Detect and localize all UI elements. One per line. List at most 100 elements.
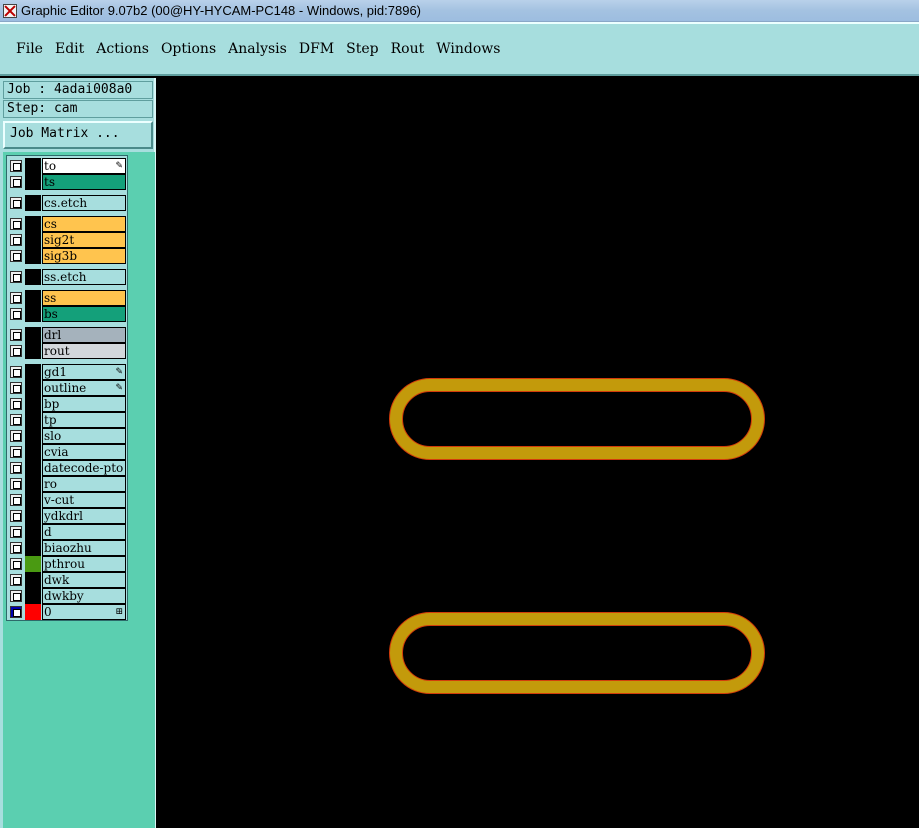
- layer-name[interactable]: bp: [42, 396, 126, 412]
- slot-outline-top[interactable]: [389, 378, 765, 460]
- layer-row[interactable]: 0 ⊞: [7, 604, 127, 620]
- layer-color-swatch[interactable]: [25, 174, 41, 190]
- layer-name[interactable]: pthrou: [42, 556, 126, 572]
- layer-name[interactable]: ro: [42, 476, 126, 492]
- layer-list[interactable]: to ✎ ts cs.etch cs sig2t sig3b ss.etch ss bs drl ro…: [6, 155, 128, 621]
- layer-name[interactable]: drl: [42, 327, 126, 343]
- layer-color-swatch[interactable]: [25, 508, 41, 524]
- layer-color-swatch[interactable]: [25, 343, 41, 359]
- layer-row[interactable]: ydkdrl: [7, 508, 127, 524]
- layer-color-swatch[interactable]: [25, 492, 41, 508]
- layer-visibility-checkbox[interactable]: [10, 329, 22, 341]
- layer-name[interactable]: dwkby: [42, 588, 126, 604]
- menu-windows[interactable]: Windows: [436, 39, 500, 59]
- window-title-bar[interactable]: Graphic Editor 9.07b2 (00@HY-HYCAM-PC148…: [0, 0, 919, 22]
- layer-visibility-checkbox[interactable]: [10, 446, 22, 458]
- layer-visibility-checkbox[interactable]: [10, 430, 22, 442]
- layer-visibility-checkbox[interactable]: [10, 494, 22, 506]
- layer-visibility-checkbox[interactable]: [10, 292, 22, 304]
- layer-visibility-checkbox[interactable]: [10, 366, 22, 378]
- layer-visibility-checkbox[interactable]: [10, 176, 22, 188]
- layer-color-swatch[interactable]: [25, 195, 41, 211]
- menu-rout[interactable]: Rout: [391, 39, 425, 59]
- layer-row[interactable]: ts: [7, 174, 127, 190]
- menu-file[interactable]: File: [16, 39, 43, 59]
- layer-visibility-checkbox[interactable]: [10, 234, 22, 246]
- layer-row[interactable]: dwkby: [7, 588, 127, 604]
- layer-color-swatch[interactable]: [25, 444, 41, 460]
- layer-row[interactable]: ss.etch: [7, 269, 127, 285]
- layer-visibility-checkbox[interactable]: [10, 510, 22, 522]
- menu-analysis[interactable]: Analysis: [228, 39, 287, 59]
- layer-color-swatch[interactable]: [25, 604, 41, 620]
- layer-name[interactable]: dwk: [42, 572, 126, 588]
- layer-name[interactable]: gd1 ✎: [42, 364, 126, 380]
- menu-dfm[interactable]: DFM: [299, 39, 334, 59]
- layer-color-swatch[interactable]: [25, 540, 41, 556]
- layer-row[interactable]: sig2t: [7, 232, 127, 248]
- layer-visibility-checkbox[interactable]: [10, 308, 22, 320]
- layer-color-swatch[interactable]: [25, 269, 41, 285]
- layer-row[interactable]: cs.etch: [7, 195, 127, 211]
- layer-name[interactable]: biaozhu: [42, 540, 126, 556]
- layer-name[interactable]: v-cut: [42, 492, 126, 508]
- menu-actions[interactable]: Actions: [96, 39, 149, 59]
- layer-visibility-checkbox[interactable]: [10, 574, 22, 586]
- layer-row[interactable]: d: [7, 524, 127, 540]
- layer-color-swatch[interactable]: [25, 290, 41, 306]
- layer-name[interactable]: 0 ⊞: [42, 604, 126, 620]
- layer-row[interactable]: drl: [7, 327, 127, 343]
- layer-visibility-checkbox[interactable]: [10, 414, 22, 426]
- layer-color-swatch[interactable]: [25, 412, 41, 428]
- layer-color-swatch[interactable]: [25, 306, 41, 322]
- layer-visibility-checkbox[interactable]: [10, 558, 22, 570]
- layer-color-swatch[interactable]: [25, 572, 41, 588]
- layer-visibility-checkbox[interactable]: [10, 462, 22, 474]
- layer-color-swatch[interactable]: [25, 476, 41, 492]
- layer-color-swatch[interactable]: [25, 380, 41, 396]
- layer-visibility-checkbox[interactable]: [10, 345, 22, 357]
- layer-row[interactable]: to ✎: [7, 158, 127, 174]
- layer-color-swatch[interactable]: [25, 327, 41, 343]
- layer-name[interactable]: cvia: [42, 444, 126, 460]
- layer-color-swatch[interactable]: [25, 588, 41, 604]
- layer-row[interactable]: ss: [7, 290, 127, 306]
- layer-name[interactable]: bs: [42, 306, 126, 322]
- layer-visibility-checkbox[interactable]: [10, 197, 22, 209]
- layer-visibility-checkbox[interactable]: [10, 271, 22, 283]
- slot-outline-bottom[interactable]: [389, 612, 765, 694]
- layer-name[interactable]: sig2t: [42, 232, 126, 248]
- layer-row[interactable]: bs: [7, 306, 127, 322]
- layer-color-swatch[interactable]: [25, 556, 41, 572]
- layer-color-swatch[interactable]: [25, 524, 41, 540]
- layer-color-swatch[interactable]: [25, 216, 41, 232]
- layer-name[interactable]: ss: [42, 290, 126, 306]
- layer-name[interactable]: tp: [42, 412, 126, 428]
- layer-row[interactable]: cs: [7, 216, 127, 232]
- layer-name[interactable]: ss.etch: [42, 269, 126, 285]
- layer-name[interactable]: datecode-pto: [42, 460, 126, 476]
- layer-visibility-checkbox[interactable]: [10, 160, 22, 172]
- layer-row[interactable]: tp: [7, 412, 127, 428]
- layer-row[interactable]: dwk: [7, 572, 127, 588]
- layer-visibility-checkbox[interactable]: [10, 606, 22, 618]
- layer-row[interactable]: pthrou: [7, 556, 127, 572]
- layer-row[interactable]: bp: [7, 396, 127, 412]
- layer-visibility-checkbox[interactable]: [10, 590, 22, 602]
- layer-name[interactable]: ts: [42, 174, 126, 190]
- layer-row[interactable]: rout: [7, 343, 127, 359]
- layer-name[interactable]: sig3b: [42, 248, 126, 264]
- layer-visibility-checkbox[interactable]: [10, 382, 22, 394]
- layer-visibility-checkbox[interactable]: [10, 542, 22, 554]
- layer-row[interactable]: cvia: [7, 444, 127, 460]
- menu-step[interactable]: Step: [346, 39, 378, 59]
- layer-row[interactable]: biaozhu: [7, 540, 127, 556]
- layer-color-swatch[interactable]: [25, 232, 41, 248]
- graphic-canvas[interactable]: [156, 78, 919, 828]
- layer-color-swatch[interactable]: [25, 364, 41, 380]
- layer-name[interactable]: to ✎: [42, 158, 126, 174]
- job-matrix-button[interactable]: Job Matrix ...: [3, 121, 153, 149]
- menu-options[interactable]: Options: [161, 39, 216, 59]
- layer-visibility-checkbox[interactable]: [10, 526, 22, 538]
- layer-name[interactable]: slo: [42, 428, 126, 444]
